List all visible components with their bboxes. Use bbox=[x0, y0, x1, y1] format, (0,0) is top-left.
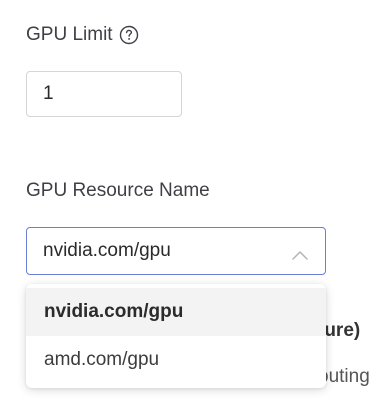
gpu-limit-label-text: GPU Limit bbox=[26, 24, 113, 45]
selected-value: nvidia.com/gpu bbox=[43, 240, 171, 261]
gpu-limit-input[interactable]: 1 bbox=[26, 71, 182, 117]
gpu-limit-label: GPU Limit bbox=[26, 24, 139, 46]
dropdown-option-nvidia[interactable]: nvidia.com/gpu bbox=[26, 288, 326, 336]
gpu-resource-name-label: GPU Resource Name bbox=[26, 180, 210, 202]
chevron-up-icon bbox=[291, 245, 309, 260]
option-label: nvidia.com/gpu bbox=[44, 301, 184, 322]
gpu-limit-value: 1 bbox=[43, 83, 54, 104]
gpu-resource-name-select[interactable]: nvidia.com/gpu bbox=[26, 227, 326, 275]
gpu-resource-name-label-text: GPU Resource Name bbox=[26, 180, 210, 201]
dropdown-menu: nvidia.com/gpu amd.com/gpu bbox=[26, 284, 326, 388]
dropdown-option-amd[interactable]: amd.com/gpu bbox=[26, 336, 326, 384]
question-circle-icon[interactable] bbox=[119, 25, 139, 45]
option-label: amd.com/gpu bbox=[44, 349, 160, 370]
